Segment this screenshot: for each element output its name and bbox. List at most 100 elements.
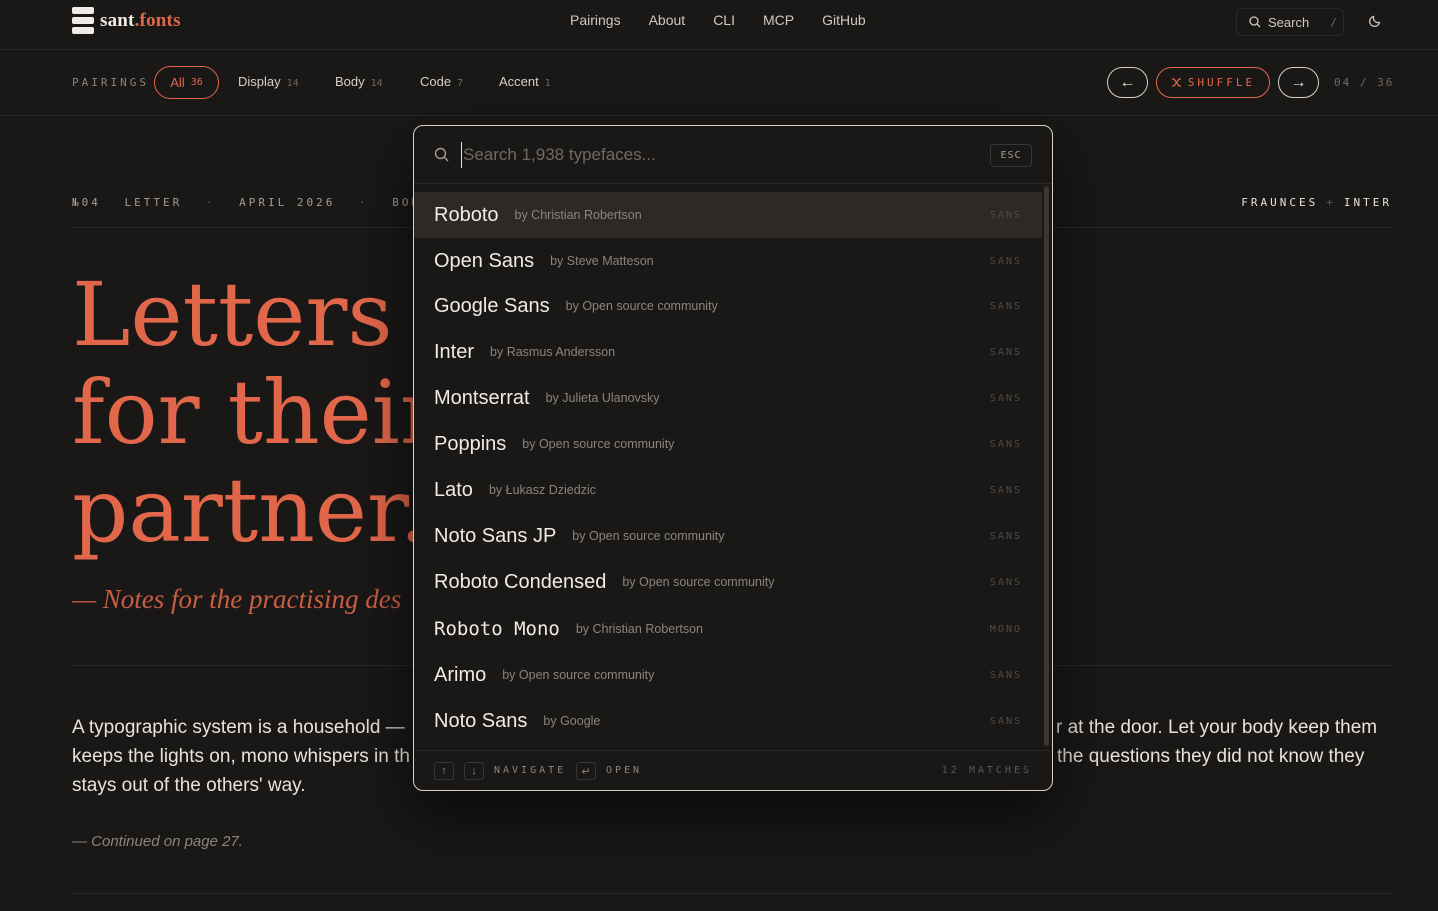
font-name: Montserrat [434,386,530,409]
typeface-search-input[interactable] [461,142,981,168]
result-row[interactable]: Google Sans by Open source community SAN… [414,283,1042,329]
nav-about[interactable]: About [649,12,686,28]
result-row[interactable]: Roboto Mono by Christian Robertson MONO [414,606,1042,652]
arrow-down-key-icon: ↓ [464,762,484,780]
font-name: Open Sans [434,249,535,272]
font-author: by Christian Robertson [514,208,642,222]
article-kind: LETTER [124,196,183,209]
arrow-right-icon: → [1290,73,1307,91]
font-author: by Open source community [502,668,655,682]
filter-display[interactable]: Display 14 [238,74,299,89]
font-name: Roboto [434,203,499,226]
font-name: Arimo [434,663,487,686]
enter-key-icon: ↵ [576,762,596,780]
body-font-name: INTER [1343,196,1392,209]
font-author: by Łukasz Dziedzic [488,483,596,497]
font-author: by Open source community [522,437,675,451]
meta-separator: · [358,196,369,209]
nav-github[interactable]: GitHub [822,12,866,28]
pairing-counter: 04 / 36 [1334,76,1395,89]
font-name: Inter [434,340,475,363]
divider [72,893,1392,894]
font-author: by Open source community [572,529,725,543]
nav-cli[interactable]: CLI [713,12,735,28]
result-row[interactable]: Lato by Łukasz Dziedzic SANS [414,467,1042,513]
results-scrollbar[interactable] [1044,186,1049,746]
filter-code[interactable]: Code 7 [420,74,463,89]
results-list: Roboto by Christian Robertson SANS Open … [414,192,1042,748]
article-fonts: FRAUNCES + INTER [1241,196,1392,209]
esc-close-button[interactable]: ESC [990,144,1032,167]
font-author: by Christian Robertson [575,622,703,636]
search-icon [434,147,449,162]
article-date: APRIL 2026 [239,196,336,209]
header-search-label: Search [1268,14,1310,30]
search-icon [1249,16,1261,28]
font-category: SANS [989,484,1022,496]
result-row[interactable]: Roboto Condensed by Open source communit… [414,559,1042,605]
font-name: Roboto Mono [434,618,560,640]
body-line: the questions they did not know they [1057,746,1365,767]
font-category: SANS [989,300,1022,312]
match-count: 12 MATCHES [941,765,1032,776]
font-category: SANS [989,576,1022,588]
filter-accent-label: Accent [499,74,539,89]
filter-all-label: All [170,75,185,90]
filter-body[interactable]: Body 14 [335,74,383,89]
filter-display-count: 14 [286,78,299,89]
body-line: A typographic system is a household — [72,717,405,738]
header-search-button[interactable]: Search / [1236,8,1344,36]
meta-separator: · [205,196,216,209]
plus-separator: + [1326,196,1336,209]
logo-mark-icon [72,7,94,35]
result-row[interactable]: Montserrat by Julieta Ulanovsky SANS [414,375,1042,421]
modal-search-bar: ESC [414,126,1052,184]
typeface-search-modal: ESC Roboto by Christian Robertson SANS O… [413,125,1053,791]
filter-code-label: Code [420,74,452,89]
filter-accent[interactable]: Accent 1 [499,74,551,89]
result-row[interactable]: Noto Sans by Google SANS [414,698,1042,744]
filter-body-label: Body [335,74,365,89]
font-category: SANS [989,255,1022,267]
font-name: Poppins [434,432,507,455]
result-row[interactable]: Inter by Rasmus Andersson SANS [414,329,1042,375]
filter-all-count: 36 [190,77,203,88]
article-subhead: — Notes for the practising des [72,584,402,614]
logo-text: sant.fonts [100,10,181,31]
prev-pairing-button[interactable]: ← [1107,67,1148,98]
filter-code-count: 7 [457,78,464,89]
shuffle-icon [1171,78,1181,87]
logo[interactable]: sant.fonts [72,6,181,36]
font-name: Noto Sans JP [434,524,557,547]
issue-number: №04 [72,196,101,209]
shuffle-button[interactable]: SHUFFLE [1156,67,1270,98]
font-name: Roboto Condensed [434,570,607,593]
open-hint: OPEN [606,765,643,776]
font-category: SANS [989,346,1022,358]
font-author: by Rasmus Andersson [490,345,616,359]
result-row[interactable]: Poppins by Open source community SANS [414,421,1042,467]
modal-footer: ↑ ↓ NAVIGATE ↵ OPEN 12 MATCHES [414,750,1052,790]
font-author: by Open source community [622,575,775,589]
nav-mcp[interactable]: MCP [763,12,794,28]
font-category: MONO [989,623,1022,635]
shuffle-label: SHUFFLE [1187,76,1256,89]
font-name: Google Sans [434,294,550,317]
search-shortcut: / [1330,15,1337,29]
body-line: stays out of the others' way. [72,775,306,796]
next-pairing-button[interactable]: → [1278,67,1319,98]
result-row[interactable]: Arimo by Open source community SANS [414,652,1042,698]
result-row[interactable]: Open Sans by Steve Matteson SANS [414,238,1042,284]
arrow-left-icon: ← [1119,73,1136,91]
filter-body-count: 14 [370,78,383,89]
font-category: SANS [989,715,1022,727]
result-row[interactable]: Roboto by Christian Robertson SANS [414,192,1042,238]
body-line: keeps the lights on, mono whispers in th [72,746,410,767]
moon-icon [1368,15,1381,28]
result-row[interactable]: Noto Sans JP by Open source community SA… [414,513,1042,559]
nav-pairings[interactable]: Pairings [570,12,621,28]
filter-accent-count: 1 [544,78,551,89]
font-category: SANS [989,392,1022,404]
filter-all[interactable]: All 36 [154,66,219,99]
theme-toggle-button[interactable] [1362,8,1388,34]
